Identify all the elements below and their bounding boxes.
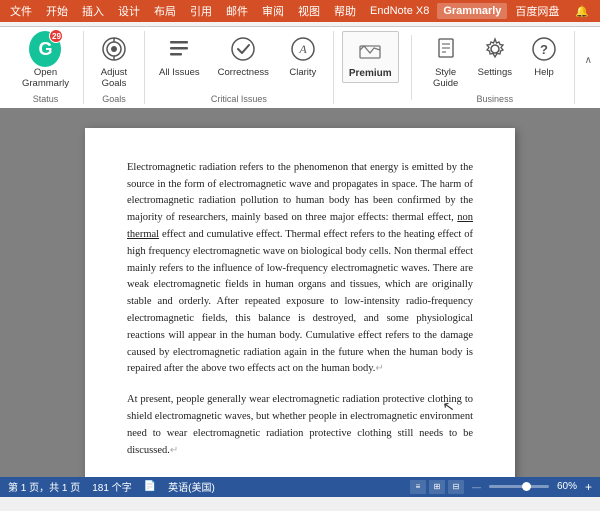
menu-references[interactable]: 引用 [184, 1, 218, 21]
style-guide-button[interactable]: StyleGuide [424, 31, 468, 92]
open-grammarly-label: OpenGrammarly [22, 67, 69, 90]
style-guide-icon [430, 33, 462, 65]
ribbon-group-status: G 29 OpenGrammarly Status [8, 31, 84, 104]
doc-check-icon: 📄 [144, 481, 156, 492]
all-issues-label: All Issues [159, 67, 200, 78]
ribbon-collapse-button[interactable]: ∧ [583, 53, 594, 68]
zoom-in-button[interactable]: + [585, 480, 592, 494]
zoom-slider[interactable] [489, 485, 549, 488]
word-count: 181 个字 [92, 479, 131, 494]
help-icon: ? [528, 33, 560, 65]
svg-text:A: A [298, 42, 307, 56]
view-icons: ≡ ⊞ ⊟ [410, 480, 464, 494]
settings-icon [479, 33, 511, 65]
menu-grammarly[interactable]: Grammarly [437, 3, 507, 19]
menu-review[interactable]: 审阅 [256, 1, 290, 21]
underlined-text: non thermal [127, 212, 473, 240]
paragraph-2: At present, people generally wear electr… [127, 392, 473, 459]
style-guide-label: StyleGuide [433, 67, 458, 90]
menu-home[interactable]: 开始 [40, 1, 74, 21]
premium-button[interactable]: Premium [342, 31, 399, 83]
zoom-thumb [522, 482, 531, 491]
help-label: Help [534, 67, 554, 78]
read-view-button[interactable]: ⊞ [429, 480, 445, 494]
status-bar-right: ≡ ⊞ ⊟ — 60% + [410, 480, 592, 494]
menu-help[interactable]: 帮助 [328, 1, 362, 21]
grammarly-icon: G 29 [29, 33, 61, 65]
critical-group-label: Critical Issues [211, 94, 267, 104]
language: 英语(美国) [168, 479, 215, 494]
goals-group-label: Goals [102, 94, 126, 104]
status-bar: 第 1 页，共 1 页 181 个字 📄 英语(美国) ≡ ⊞ ⊟ — 60% … [0, 477, 600, 497]
ribbon-group-business: StyleGuide Settings [416, 31, 575, 104]
grammarly-badge: 29 [49, 29, 63, 43]
page-info: 第 1 页，共 1 页 [8, 479, 80, 494]
document-area: Electromagnetic radiation refers to the … [0, 108, 600, 477]
web-view-button[interactable]: ⊟ [448, 480, 464, 494]
settings-button[interactable]: Settings [472, 31, 518, 80]
svg-text:?: ? [540, 42, 548, 57]
zoom-level: 60% [557, 481, 577, 492]
all-issues-button[interactable]: All Issues [153, 31, 206, 80]
adjust-goals-button[interactable]: AdjustGoals [92, 31, 136, 92]
ribbon-content: G 29 OpenGrammarly Status [0, 26, 600, 108]
menu-bar: 文件 开始 插入 设计 布局 引用 邮件 审阅 视图 帮助 EndNote X8… [0, 0, 600, 22]
ribbon-group-critical: All Issues Correctness [145, 31, 334, 104]
ribbon-group-goals: AdjustGoals Goals [84, 31, 145, 104]
help-button[interactable]: ? Help [522, 31, 566, 80]
paragraph-1: Electromagnetic radiation refers to the … [127, 160, 473, 378]
open-grammarly-button[interactable]: G 29 OpenGrammarly [16, 31, 75, 92]
menu-design[interactable]: 设计 [112, 1, 146, 21]
clarity-icon: A [287, 33, 319, 65]
premium-label: Premium [349, 68, 392, 80]
menu-notification[interactable]: 🔔 [569, 3, 595, 20]
correctness-label: Correctness [218, 67, 269, 78]
menu-view[interactable]: 视图 [292, 1, 326, 21]
ribbon-group-premium: Premium [334, 31, 407, 104]
settings-label: Settings [478, 67, 512, 78]
print-view-button[interactable]: ≡ [410, 480, 426, 494]
menu-insert[interactable]: 插入 [76, 1, 110, 21]
adjust-goals-label: AdjustGoals [101, 67, 127, 90]
ribbon: G 29 OpenGrammarly Status [0, 22, 600, 108]
premium-icon [354, 34, 386, 66]
menu-mail[interactable]: 邮件 [220, 1, 254, 21]
menu-file[interactable]: 文件 [4, 1, 38, 21]
correctness-icon [227, 33, 259, 65]
status-group-label: Status [33, 94, 59, 104]
menu-baidu[interactable]: 百度网盘 [509, 1, 565, 21]
clarity-button[interactable]: A Clarity [281, 31, 325, 80]
business-group-label: Business [477, 94, 514, 104]
separator: — [472, 482, 481, 492]
correctness-button[interactable]: Correctness [212, 31, 275, 80]
menu-layout[interactable]: 布局 [148, 1, 182, 21]
all-issues-icon [163, 33, 195, 65]
document-page: Electromagnetic radiation refers to the … [85, 128, 515, 477]
target-icon [98, 33, 130, 65]
clarity-label: Clarity [289, 67, 316, 78]
menu-endnote[interactable]: EndNote X8 [364, 3, 435, 19]
